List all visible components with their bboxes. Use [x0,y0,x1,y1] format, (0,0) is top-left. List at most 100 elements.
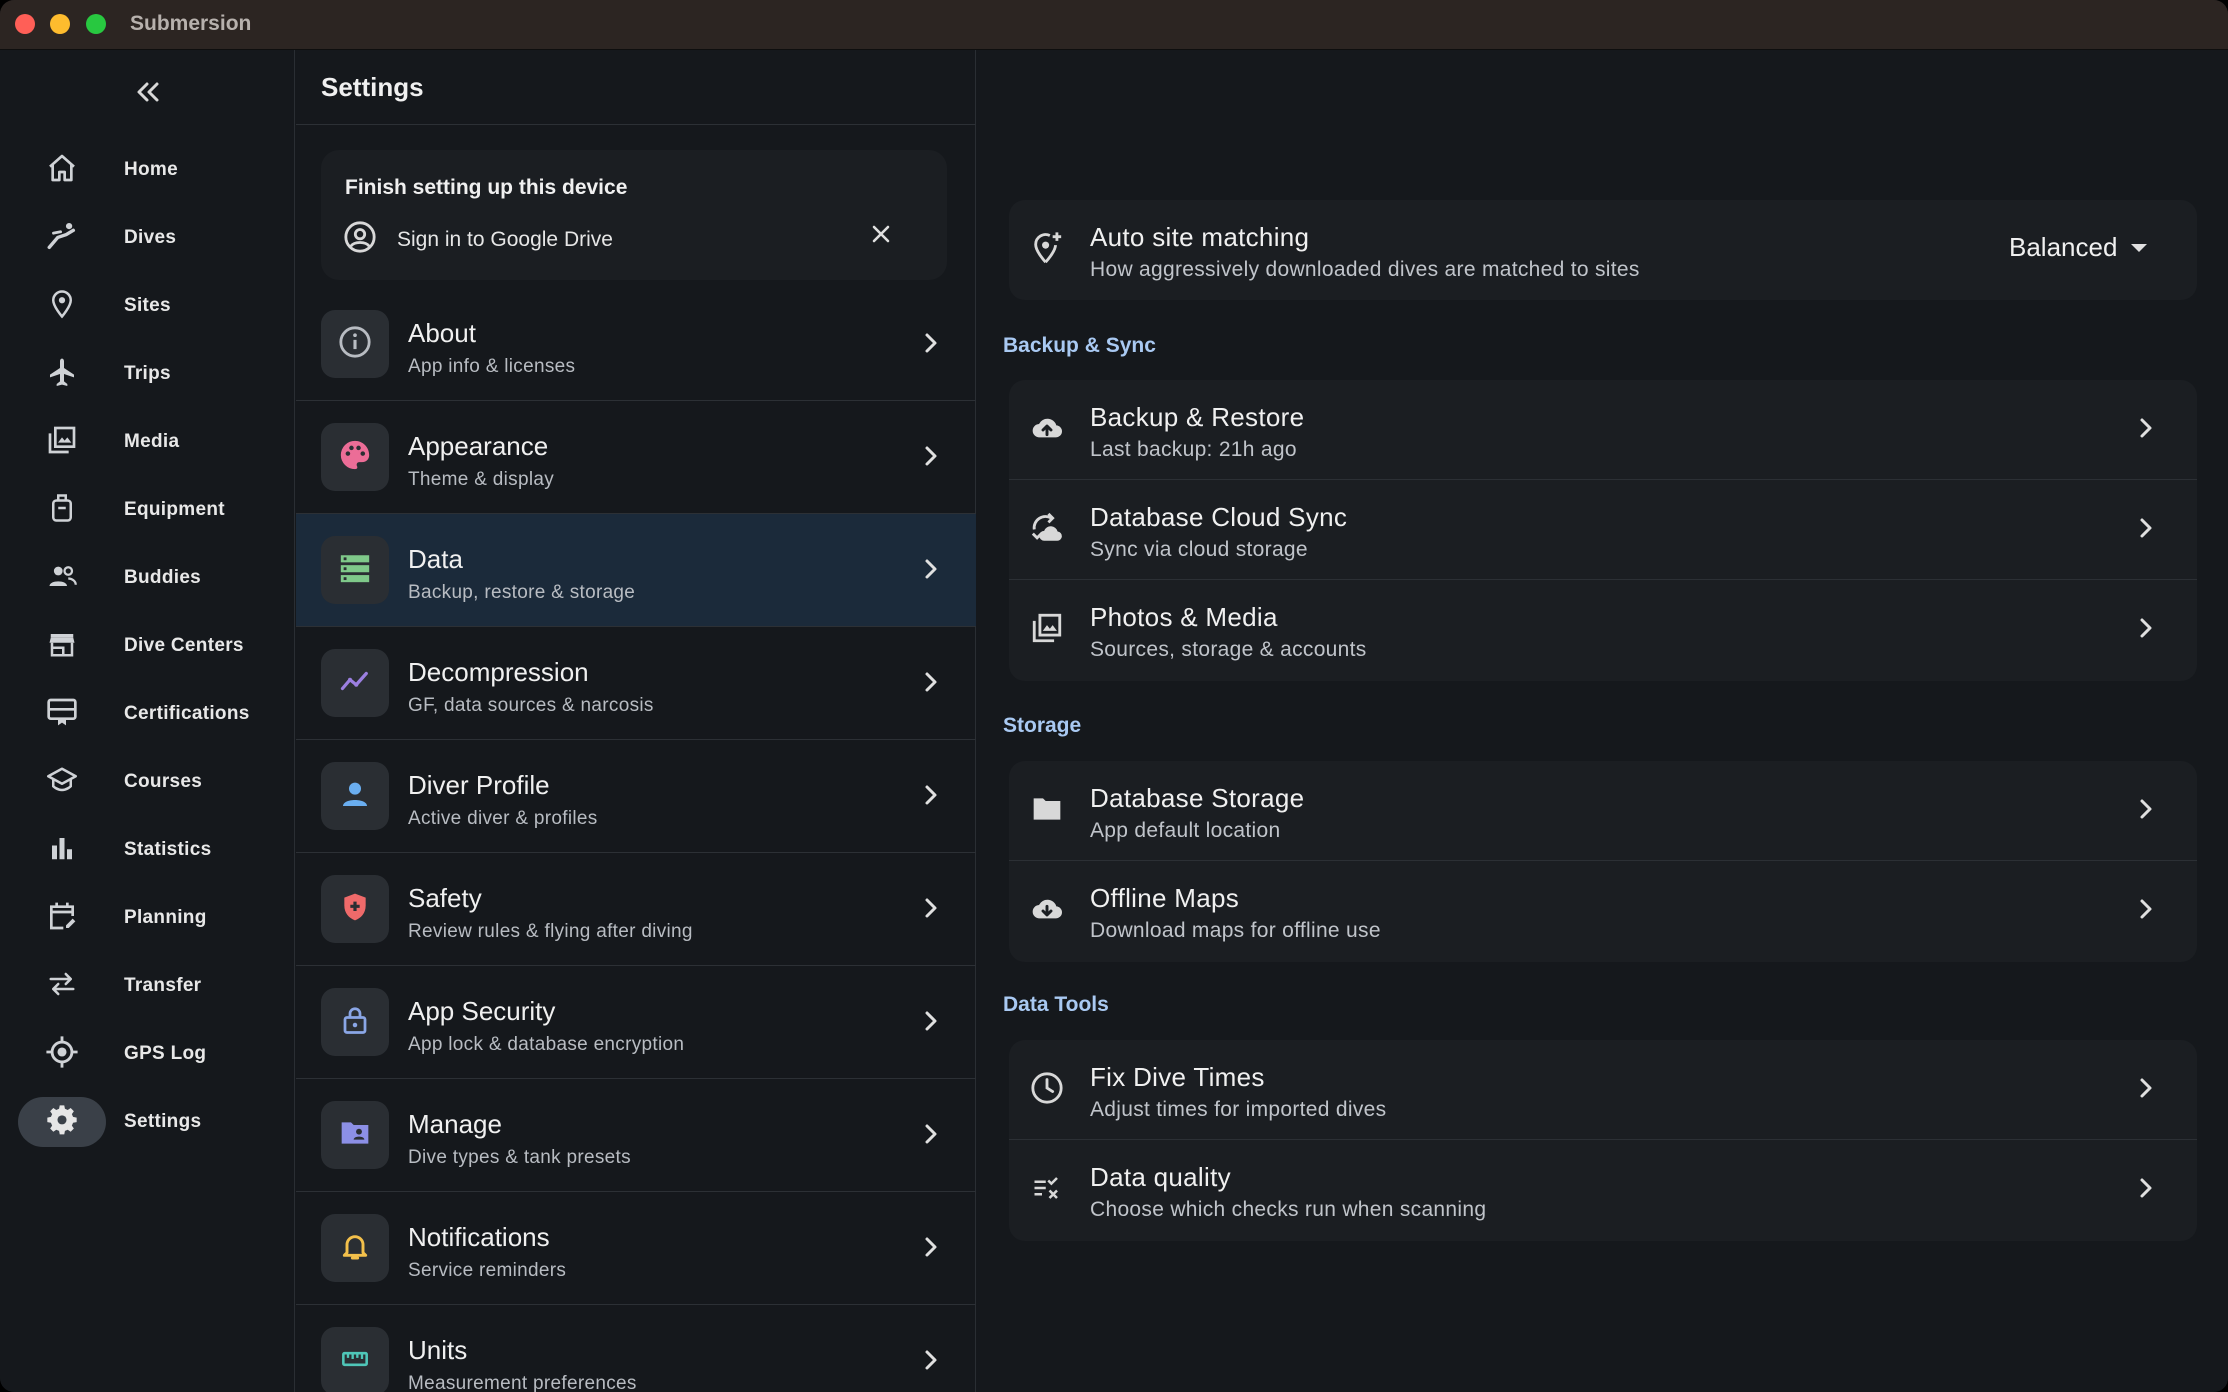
sidebar-item-label: Transfer [124,975,202,996]
collapse-sidebar-button[interactable] [128,72,168,112]
settings-header: Settings [296,50,976,125]
title-bar: Submersion [0,0,2228,50]
bell-icon [339,1229,371,1268]
data-quality-row[interactable]: Data quality Choose which checks run whe… [1009,1140,2197,1240]
row-title: Offline Maps [1090,883,1240,913]
row-subtitle: Adjust times for imported dives [1090,1098,1387,1121]
section-label-backup-sync: Backup & Sync [1003,334,1156,357]
calendar-edit-icon [46,900,78,937]
gps-icon [45,1035,79,1074]
zoom-window-button[interactable] [86,14,106,34]
section-label-data-tools: Data Tools [1003,993,1109,1016]
sidebar-item-trips[interactable]: Trips [18,349,283,399]
airplane-icon [46,356,78,393]
folder-person-icon [338,1117,372,1154]
chevron-right-icon [2139,417,2153,444]
row-subtitle: Sync via cloud storage [1090,538,1308,561]
sidebar-item-label: Trips [124,363,171,384]
sidebar-item-dive-centers[interactable]: Dive Centers [18,621,283,671]
sidebar-item-certifications[interactable]: Certifications [18,689,283,739]
palette-icon [338,438,372,477]
app-title: Submersion [130,12,252,35]
database-storage-row[interactable]: Database Storage App default location [1009,761,2197,861]
sidebar-item-planning[interactable]: Planning [18,893,283,943]
swap-arrows-icon [45,969,79,1004]
category-subtitle: Theme & display [408,469,555,490]
row-title: Database Storage [1090,783,1305,813]
settings-category-app-security[interactable]: App Security App lock & database encrypt… [296,966,976,1079]
sidebar-item-label: Dives [124,227,177,248]
cloud-sync-icon [1029,511,1065,550]
photos-media-row[interactable]: Photos & Media Sources, storage & accoun… [1009,580,2197,680]
category-title: About [408,318,476,348]
storage-icon [338,551,372,590]
gear-icon [46,1104,78,1141]
sidebar-item-settings[interactable]: Settings [18,1097,283,1147]
google-drive-sign-in-link[interactable]: Sign in to Google Drive [343,220,613,259]
photo-library-icon [46,424,78,461]
row-title: Photos & Media [1090,602,1278,632]
sidebar-item-dives[interactable]: Dives [18,213,283,263]
sidebar-item-label: Media [124,431,180,452]
sidebar-item-gps-log[interactable]: GPS Log [18,1029,283,1079]
settings-category-safety[interactable]: Safety Review rules & flying after divin… [296,853,976,966]
setup-device-card: Finish setting up this device Sign in to… [321,150,947,280]
data-tools-card: Fix Dive Times Adjust times for imported… [1009,1040,2197,1241]
setup-card-title: Finish setting up this device [345,176,628,199]
settings-category-data[interactable]: Data Backup, restore & storage [296,514,976,627]
settings-category-units[interactable]: Units Measurement preferences [296,1305,976,1392]
chevron-right-icon [924,445,938,472]
settings-category-appearance[interactable]: Appearance Theme & display [296,401,976,514]
settings-category-diver-profile[interactable]: Diver Profile Active diver & profiles [296,740,976,853]
sidebar-item-label: Dive Centers [124,635,244,656]
shield-icon [339,890,371,929]
chevron-right-icon [2139,798,2153,825]
chevron-right-icon [924,1236,938,1263]
fix-dive-times-row[interactable]: Fix Dive Times Adjust times for imported… [1009,1040,2197,1140]
location-add-icon [1030,230,1064,271]
settings-category-about[interactable]: About App info & licenses [296,288,976,401]
backup-restore-row[interactable]: Backup & Restore Last backup: 21h ago [1009,380,2197,480]
cloud-upload-icon [1028,412,1066,449]
database-cloud-sync-row[interactable]: Database Cloud Sync Sync via cloud stora… [1009,480,2197,580]
sidebar-item-courses[interactable]: Courses [18,757,283,807]
sidebar-item-media[interactable]: Media [18,417,283,467]
row-subtitle: Choose which checks run when scanning [1090,1198,1487,1221]
site-matching-dropdown[interactable]: Balanced [2009,232,2148,263]
category-subtitle: Review rules & flying after diving [408,921,693,942]
settings-category-decompression[interactable]: Decompression GF, data sources & narcosi… [296,627,976,740]
close-window-button[interactable] [15,14,35,34]
chevron-right-icon [924,332,938,359]
sidebar-item-statistics[interactable]: Statistics [18,825,283,875]
settings-category-notifications[interactable]: Notifications Service reminders [296,1192,976,1305]
row-title: Auto site matching [1090,222,1310,252]
sidebar-item-label: Settings [124,1111,202,1132]
info-icon [338,325,372,364]
sidebar-item-equipment[interactable]: Equipment [18,485,283,535]
ruler-icon [337,1345,373,1378]
app-window: Submersion Home Dives Sites Trips Media [0,0,2228,1392]
sidebar-item-transfer[interactable]: Transfer [18,961,283,1011]
chevron-right-icon [924,1123,938,1150]
sidebar-item-label: Sites [124,295,171,316]
sidebar-item-buddies[interactable]: Buddies [18,553,283,603]
row-title: Data quality [1090,1162,1231,1192]
sidebar-item-label: Planning [124,907,207,928]
row-title: Backup & Restore [1090,402,1305,432]
chevron-right-icon [924,897,938,924]
settings-category-manage[interactable]: Manage Dive types & tank presets [296,1079,976,1192]
section-label-storage: Storage [1003,714,1082,737]
chevron-right-icon [924,1349,938,1376]
dismiss-setup-button[interactable] [863,218,899,254]
settings-categories-panel: Settings Finish setting up this device S… [296,50,976,1392]
category-title: Notifications [408,1222,550,1252]
location-pin-icon [47,288,77,325]
sidebar-item-home[interactable]: Home [18,145,283,195]
sidebar-item-sites[interactable]: Sites [18,281,283,331]
row-title: Database Cloud Sync [1090,502,1348,532]
auto-site-matching-row[interactable]: Auto site matching How aggressively down… [1009,200,2197,300]
caret-down-icon [2131,243,2148,252]
offline-maps-row[interactable]: Offline Maps Download maps for offline u… [1009,861,2197,961]
sidebar-item-label: Certifications [124,703,250,724]
minimize-window-button[interactable] [50,14,70,34]
